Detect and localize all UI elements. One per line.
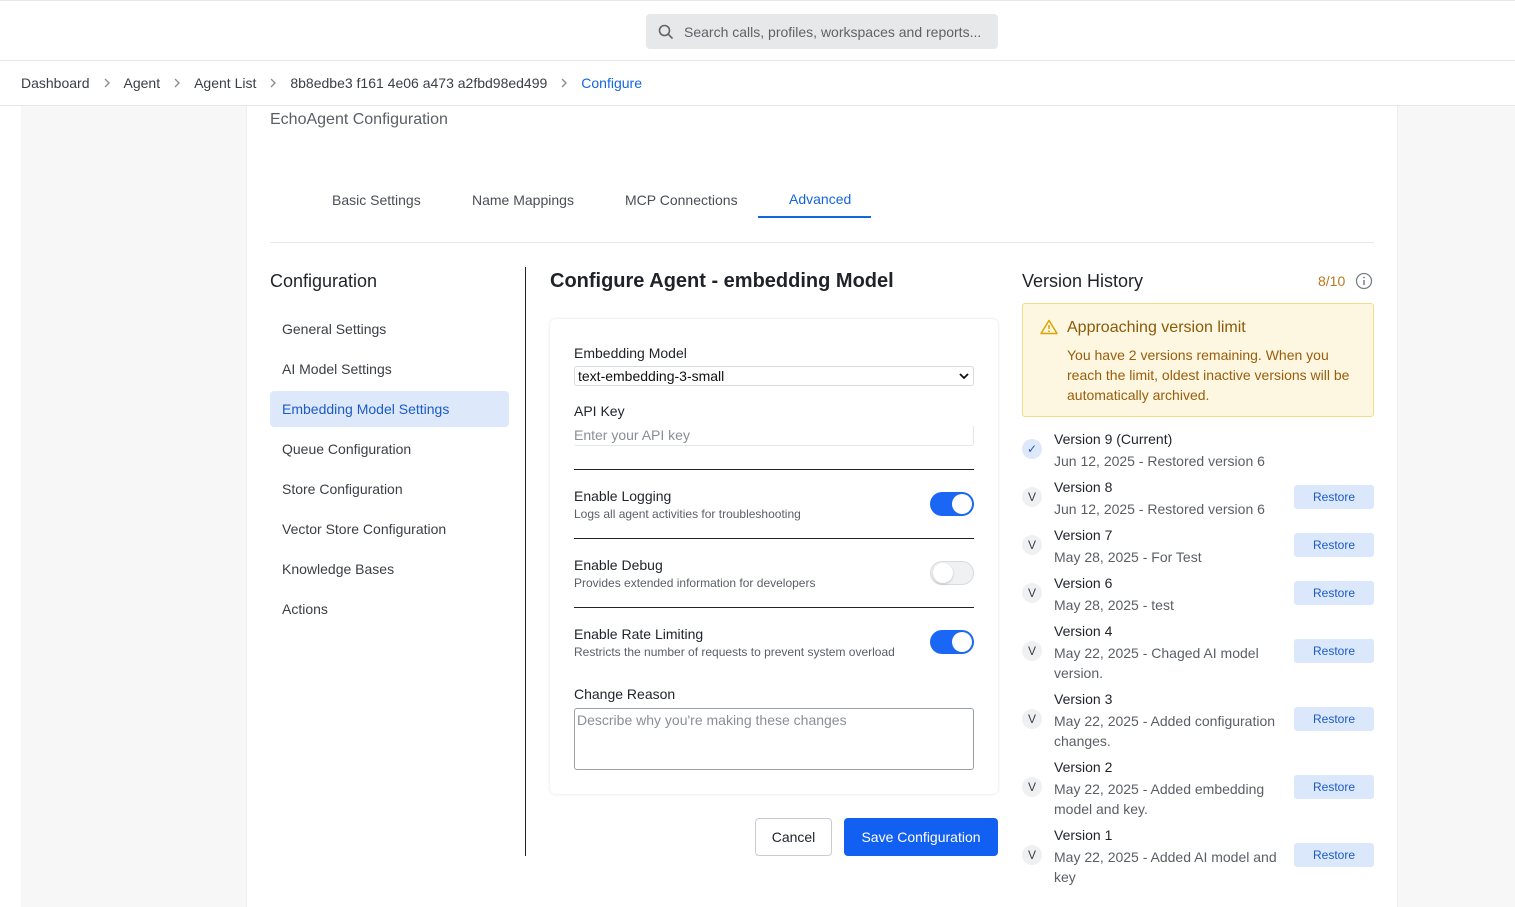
top-bar: Search calls, profiles, workspaces and r… bbox=[0, 0, 1515, 61]
breadcrumb: Dashboard Agent Agent List 8b8edbe3 f161… bbox=[0, 61, 1515, 106]
check-icon: ✓ bbox=[1022, 439, 1042, 459]
divider bbox=[574, 469, 974, 470]
version-name: Version 1 bbox=[1054, 827, 1113, 843]
divider bbox=[574, 607, 974, 608]
version-desc: May 28, 2025 - For Test bbox=[1054, 549, 1202, 565]
chevron-right-icon bbox=[560, 77, 568, 89]
search-placeholder: Search calls, profiles, workspaces and r… bbox=[684, 23, 982, 40]
embedding-model-label: Embedding Model bbox=[574, 345, 687, 361]
restore-button[interactable]: Restore bbox=[1294, 843, 1374, 867]
version-count: 8/10 bbox=[1318, 273, 1346, 289]
embedding-model-value: text-embedding-3-small bbox=[578, 368, 725, 384]
version-limit-warning: Approaching version limit You have 2 ver… bbox=[1022, 303, 1374, 417]
tab-basic-settings[interactable]: Basic Settings bbox=[332, 192, 421, 208]
breadcrumb-agent-id[interactable]: 8b8edbe3 f161 4e06 a473 a2fbd98ed499 bbox=[290, 75, 547, 91]
version-desc: May 28, 2025 - test bbox=[1054, 597, 1174, 613]
breadcrumb-agent[interactable]: Agent bbox=[124, 75, 161, 91]
chevron-down-icon bbox=[959, 373, 969, 380]
change-reason-placeholder: Describe why you're making these changes bbox=[577, 712, 847, 728]
enable-logging-desc: Logs all agent activities for troublesho… bbox=[574, 507, 801, 521]
active-tab-indicator bbox=[758, 216, 871, 218]
version-name: Version 8 bbox=[1054, 479, 1113, 495]
sidebar-item-embedding-model-settings[interactable]: Embedding Model Settings bbox=[270, 391, 509, 427]
version-name: Version 9 (Current) bbox=[1054, 431, 1173, 447]
breadcrumb-dashboard[interactable]: Dashboard bbox=[21, 75, 90, 91]
chevron-right-icon bbox=[269, 77, 277, 89]
version-badge: V bbox=[1022, 487, 1042, 507]
global-search[interactable]: Search calls, profiles, workspaces and r… bbox=[646, 14, 998, 49]
restore-button[interactable]: Restore bbox=[1294, 581, 1374, 605]
page-title: EchoAgent Configuration bbox=[270, 111, 448, 128]
enable-rate-limiting-desc: Restricts the number of requests to prev… bbox=[574, 645, 895, 659]
chevron-right-icon bbox=[103, 77, 111, 89]
enable-rate-limiting-label: Enable Rate Limiting bbox=[574, 626, 704, 642]
version-name: Version 3 bbox=[1054, 691, 1113, 707]
restore-button[interactable]: Restore bbox=[1294, 533, 1374, 557]
version-desc: Jun 12, 2025 - Restored version 6 bbox=[1054, 453, 1265, 469]
version-badge: V bbox=[1022, 777, 1042, 797]
sidebar-item-ai-model-settings[interactable]: AI Model Settings bbox=[270, 351, 509, 387]
version-name: Version 7 bbox=[1054, 527, 1113, 543]
version-name: Version 4 bbox=[1054, 623, 1113, 639]
enable-debug-label: Enable Debug bbox=[574, 557, 663, 573]
save-configuration-button[interactable]: Save Configuration bbox=[844, 818, 998, 856]
toggle-knob bbox=[952, 632, 972, 652]
restore-button[interactable]: Restore bbox=[1294, 775, 1374, 799]
toggle-knob bbox=[952, 494, 972, 514]
version-desc: Jun 12, 2025 - Restored version 6 bbox=[1054, 501, 1265, 517]
enable-logging-label: Enable Logging bbox=[574, 488, 672, 504]
enable-debug-toggle[interactable] bbox=[930, 561, 974, 585]
version-badge: V bbox=[1022, 583, 1042, 603]
version-desc: May 22, 2025 - Added AI model and key bbox=[1054, 849, 1277, 885]
tab-name-mappings[interactable]: Name Mappings bbox=[472, 192, 574, 208]
version-badge: V bbox=[1022, 535, 1042, 555]
tab-advanced[interactable]: Advanced bbox=[789, 191, 851, 207]
enable-rate-limiting-toggle[interactable] bbox=[930, 630, 974, 654]
breadcrumb-current: Configure bbox=[581, 75, 642, 91]
restore-button[interactable]: Restore bbox=[1294, 485, 1374, 509]
warning-title: Approaching version limit bbox=[1067, 319, 1246, 336]
version-desc: May 22, 2025 - Added configuration chang… bbox=[1054, 713, 1276, 749]
sidebar-item-knowledge-bases[interactable]: Knowledge Bases bbox=[270, 551, 509, 587]
left-gutter bbox=[21, 106, 246, 907]
version-history-title: Version History bbox=[1022, 271, 1144, 291]
api-key-placeholder: Enter your API key bbox=[574, 427, 690, 443]
api-key-input[interactable]: Enter your API key bbox=[574, 425, 974, 446]
enable-debug-desc: Provides extended information for develo… bbox=[574, 576, 816, 590]
restore-button[interactable]: Restore bbox=[1294, 707, 1374, 731]
version-desc: May 22, 2025 - Chaged AI model version. bbox=[1054, 645, 1259, 681]
sidebar-item-actions[interactable]: Actions bbox=[270, 591, 509, 627]
version-badge: V bbox=[1022, 845, 1042, 865]
version-name: Version 6 bbox=[1054, 575, 1113, 591]
sidebar-item-queue-configuration[interactable]: Queue Configuration bbox=[270, 431, 509, 467]
sidebar-item-general-settings[interactable]: General Settings bbox=[270, 311, 509, 347]
sidebar-item-store-configuration[interactable]: Store Configuration bbox=[270, 471, 509, 507]
form-title: Configure Agent - embedding Model bbox=[550, 270, 894, 292]
tab-bar: Basic Settings Name Mappings MCP Connect… bbox=[270, 180, 1374, 243]
breadcrumb-agent-list[interactable]: Agent List bbox=[194, 75, 256, 91]
warning-text: You have 2 versions remaining. When you … bbox=[1067, 347, 1350, 403]
embedding-model-select[interactable]: text-embedding-3-small bbox=[574, 366, 974, 386]
version-desc: May 22, 2025 - Added embedding model and… bbox=[1054, 781, 1265, 817]
api-key-label: API Key bbox=[574, 403, 625, 419]
version-name: Version 2 bbox=[1054, 759, 1113, 775]
info-icon[interactable] bbox=[1355, 272, 1373, 295]
restore-button[interactable]: Restore bbox=[1294, 639, 1374, 663]
change-reason-textarea[interactable]: Describe why you're making these changes bbox=[574, 708, 974, 770]
search-icon bbox=[658, 24, 674, 39]
sidebar-title: Configuration bbox=[270, 271, 378, 291]
version-badge: V bbox=[1022, 641, 1042, 661]
cancel-button[interactable]: Cancel bbox=[755, 818, 832, 856]
sidebar-item-vector-store-configuration[interactable]: Vector Store Configuration bbox=[270, 511, 509, 547]
right-gutter bbox=[1398, 106, 1515, 907]
warning-icon bbox=[1040, 319, 1058, 340]
chevron-right-icon bbox=[173, 77, 181, 89]
sidebar-divider bbox=[525, 267, 526, 856]
change-reason-label: Change Reason bbox=[574, 686, 676, 702]
tab-mcp-connections[interactable]: MCP Connections bbox=[625, 192, 738, 208]
version-badge: V bbox=[1022, 709, 1042, 729]
enable-logging-toggle[interactable] bbox=[930, 492, 974, 516]
divider bbox=[574, 538, 974, 539]
toggle-knob bbox=[933, 563, 953, 583]
